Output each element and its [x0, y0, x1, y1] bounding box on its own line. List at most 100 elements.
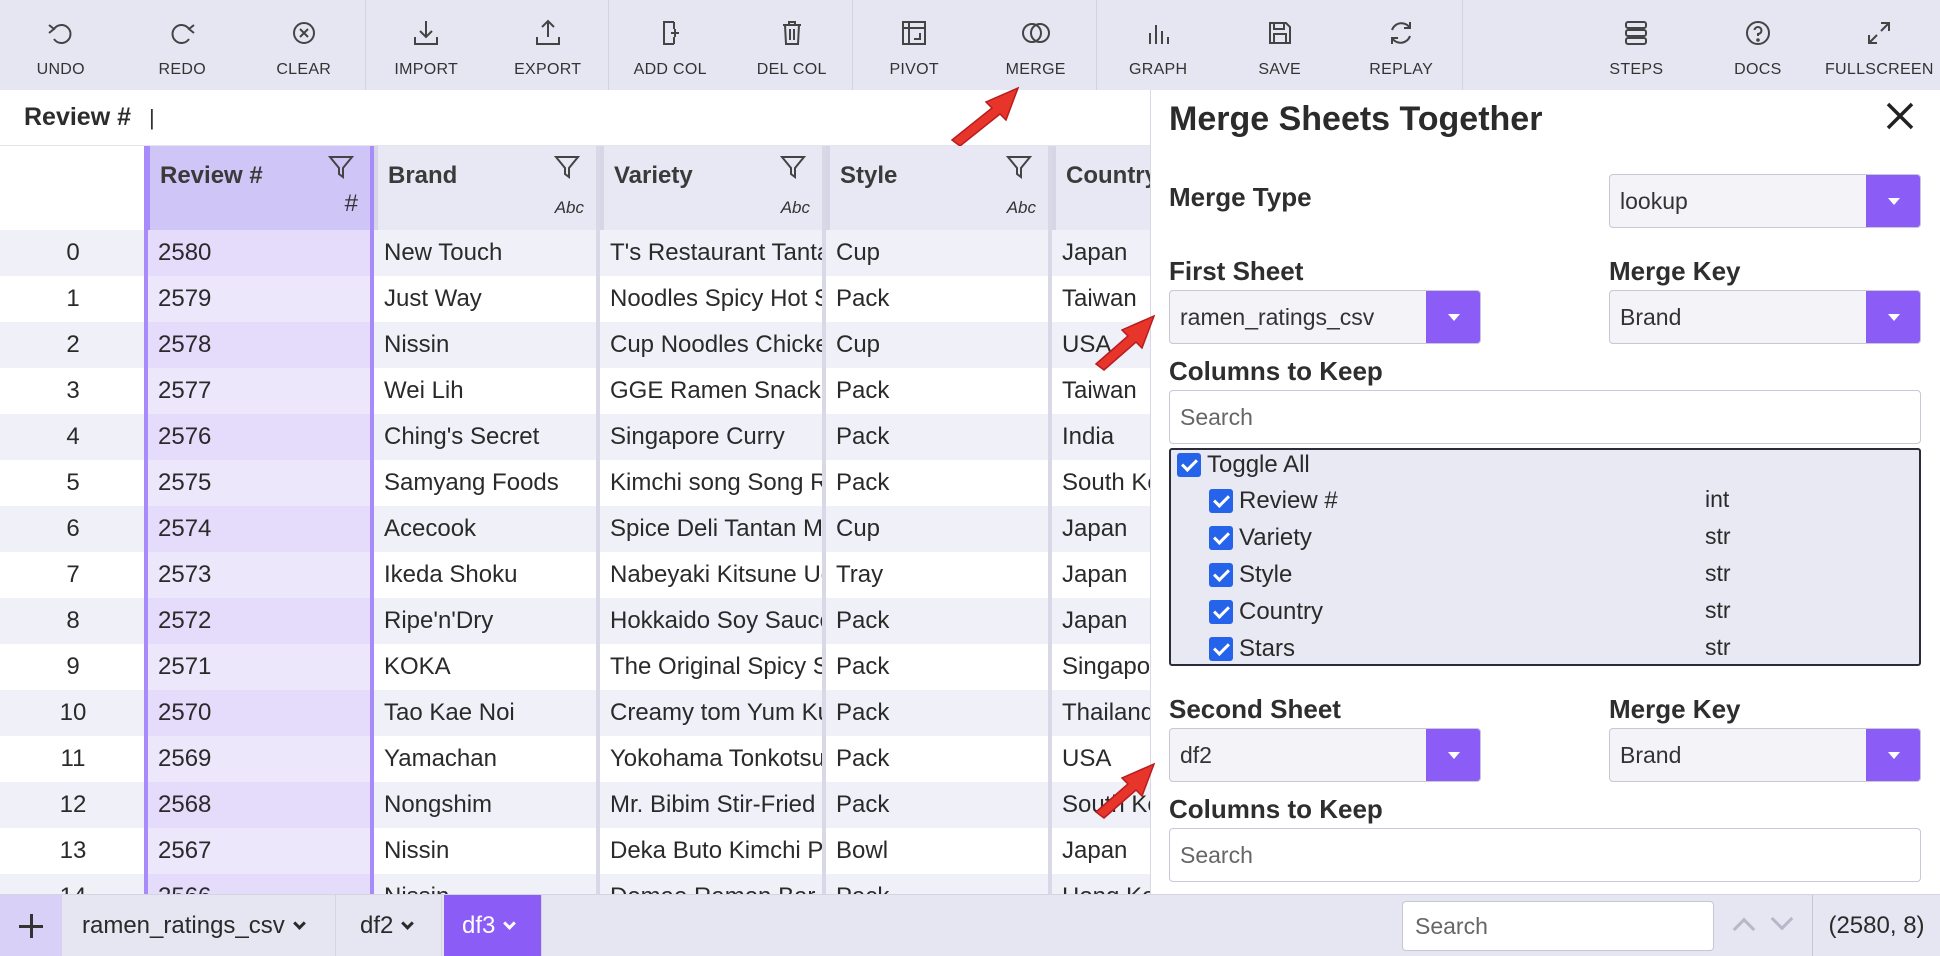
add-col-button[interactable]: ADD COL	[609, 0, 731, 90]
import-button[interactable]: IMPORT	[365, 0, 487, 90]
table-cell[interactable]: Taiwan	[1052, 368, 1150, 414]
merge-button[interactable]: MERGE	[975, 0, 1097, 90]
table-cell[interactable]: Hong Kong	[1052, 874, 1150, 894]
sheet-tab-df2[interactable]: df2	[342, 895, 442, 956]
redo-button[interactable]: REDO	[122, 0, 244, 90]
table-cell[interactable]: USA	[1052, 322, 1150, 368]
chevron-up-icon[interactable]	[1732, 917, 1756, 941]
table-cell[interactable]: Japan	[1052, 506, 1150, 552]
data-grid[interactable]: Review # # Brand Abc Variety Abc Style A…	[0, 146, 1150, 894]
table-cell[interactable]: 2570	[148, 690, 370, 736]
column-option[interactable]: Style	[1209, 560, 1292, 590]
table-cell[interactable]: 2577	[148, 368, 370, 414]
graph-button[interactable]: GRAPH	[1097, 0, 1219, 90]
column-header-variety[interactable]: Variety Abc	[600, 146, 826, 230]
table-cell[interactable]: Pack	[826, 414, 1048, 460]
table-cell[interactable]: Pack	[826, 598, 1048, 644]
pivot-button[interactable]: PIVOT	[853, 0, 975, 90]
formula-bar[interactable]: Review # |	[0, 90, 1150, 146]
filter-icon[interactable]	[326, 152, 356, 182]
columns-search-input-2[interactable]: Search	[1169, 828, 1921, 882]
table-cell[interactable]: India	[1052, 414, 1150, 460]
table-cell[interactable]: 2575	[148, 460, 370, 506]
table-cell[interactable]: 2571	[148, 644, 370, 690]
table-cell[interactable]: Creamy tom Yum Kung	[600, 690, 822, 736]
table-cell[interactable]: Pack	[826, 460, 1048, 506]
sheet-tab-df3[interactable]: df3	[444, 895, 542, 956]
docs-button[interactable]: DOCS	[1697, 0, 1819, 90]
table-cell[interactable]: Pack	[826, 368, 1048, 414]
table-cell[interactable]: 2572	[148, 598, 370, 644]
table-cell[interactable]: Pack	[826, 874, 1048, 894]
table-cell[interactable]: Singapore Curry	[600, 414, 822, 460]
table-cell[interactable]: Nongshim	[374, 782, 596, 828]
table-cell[interactable]: Ikeda Shoku	[374, 552, 596, 598]
table-cell[interactable]: Pack	[826, 644, 1048, 690]
chevron-down-icon[interactable]	[1426, 729, 1480, 781]
table-cell[interactable]: Pack	[826, 736, 1048, 782]
table-cell[interactable]: Japan	[1052, 230, 1150, 276]
merge-key-1-select[interactable]: Brand	[1609, 290, 1921, 344]
table-cell[interactable]: Nissin	[374, 828, 596, 874]
chevron-down-icon[interactable]	[1770, 907, 1794, 931]
table-cell[interactable]: New Touch	[374, 230, 596, 276]
table-cell[interactable]: Noodles Spicy Hot Sesame	[600, 276, 822, 322]
table-cell[interactable]: Pack	[826, 276, 1048, 322]
table-cell[interactable]: Japan	[1052, 828, 1150, 874]
table-cell[interactable]: USA	[1052, 736, 1150, 782]
sheet-tab-ramen-ratings[interactable]: ramen_ratings_csv	[64, 895, 336, 956]
table-cell[interactable]: 2569	[148, 736, 370, 782]
table-cell[interactable]: 2573	[148, 552, 370, 598]
table-cell[interactable]: 2568	[148, 782, 370, 828]
table-cell[interactable]: 2578	[148, 322, 370, 368]
table-cell[interactable]: Wei Lih	[374, 368, 596, 414]
table-cell[interactable]: Taiwan	[1052, 276, 1150, 322]
table-cell[interactable]: T's Restaurant Tantanmen	[600, 230, 822, 276]
first-sheet-select[interactable]: ramen_ratings_csv	[1169, 290, 1481, 344]
table-cell[interactable]: 2566	[148, 874, 370, 894]
table-cell[interactable]: Cup Noodles Chicken Vegetable	[600, 322, 822, 368]
table-cell[interactable]: Japan	[1052, 552, 1150, 598]
column-option[interactable]: Country	[1209, 597, 1323, 627]
replay-button[interactable]: REPLAY	[1340, 0, 1462, 90]
table-cell[interactable]: KOKA	[374, 644, 596, 690]
column-header-style[interactable]: Style Abc	[826, 146, 1052, 230]
table-cell[interactable]: Pack	[826, 690, 1048, 736]
table-cell[interactable]: Just Way	[374, 276, 596, 322]
table-cell[interactable]: Tao Kae Noi	[374, 690, 596, 736]
table-cell[interactable]: 2567	[148, 828, 370, 874]
table-cell[interactable]: Hokkaido Soy Sauce Ramen	[600, 598, 822, 644]
table-cell[interactable]: Cup	[826, 506, 1048, 552]
column-option[interactable]: Stars	[1209, 634, 1295, 664]
merge-key-2-select[interactable]: Brand	[1609, 728, 1921, 782]
chevron-down-icon[interactable]	[1426, 291, 1480, 343]
steps-button[interactable]: STEPS	[1576, 0, 1698, 90]
grid-search-input[interactable]: Search	[1402, 901, 1714, 951]
table-cell[interactable]: Deka Buto Kimchi Pork	[600, 828, 822, 874]
table-cell[interactable]: Nissin	[374, 322, 596, 368]
table-cell[interactable]: South Korea	[1052, 782, 1150, 828]
toggle-all-checkbox[interactable]: Toggle All	[1177, 450, 1310, 480]
table-cell[interactable]: South Korea	[1052, 460, 1150, 506]
chevron-down-icon[interactable]	[1866, 175, 1920, 227]
table-cell[interactable]: Acecook	[374, 506, 596, 552]
table-cell[interactable]: Tray	[826, 552, 1048, 598]
add-sheet-button[interactable]	[0, 895, 62, 956]
close-icon[interactable]	[1878, 94, 1922, 138]
table-cell[interactable]: Pack	[826, 782, 1048, 828]
filter-icon[interactable]	[1004, 152, 1034, 182]
table-cell[interactable]: Ching's Secret	[374, 414, 596, 460]
chevron-down-icon[interactable]	[1866, 291, 1920, 343]
merge-type-select[interactable]: lookup	[1609, 174, 1921, 228]
table-cell[interactable]: Singapore	[1052, 644, 1150, 690]
table-cell[interactable]: Nabeyaki Kitsune Udon	[600, 552, 822, 598]
export-button[interactable]: EXPORT	[487, 0, 609, 90]
table-cell[interactable]: Nissin	[374, 874, 596, 894]
column-option[interactable]: Variety	[1209, 523, 1312, 553]
table-cell[interactable]: Samyang Foods	[374, 460, 596, 506]
table-cell[interactable]: Thailand	[1052, 690, 1150, 736]
columns-search-input[interactable]: Search	[1169, 390, 1921, 444]
column-header-brand[interactable]: Brand Abc	[374, 146, 600, 230]
table-cell[interactable]: Yokohama Tonkotsu Shoyu	[600, 736, 822, 782]
table-cell[interactable]: Cup	[826, 230, 1048, 276]
